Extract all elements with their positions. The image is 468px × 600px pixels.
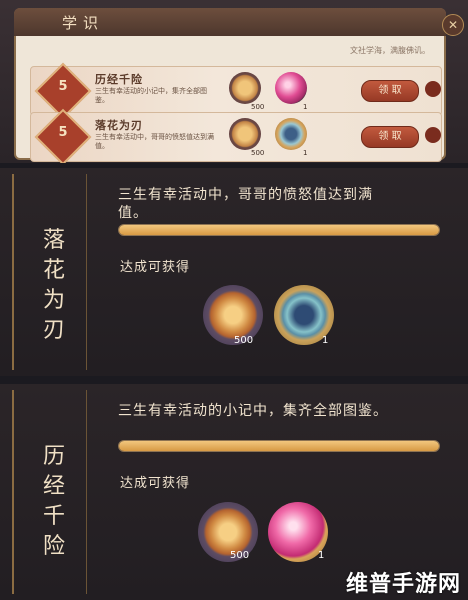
header-hint: 文社学海，满腹佛讥。 (350, 46, 430, 55)
achievement-detail-panel: 落花为刃 三生有幸活动中，哥哥的愤怒值达到满值。 达成可获得 500 1 (0, 168, 468, 376)
vertical-title: 落花为刃 (42, 228, 65, 343)
item-count: 1 (303, 103, 308, 111)
coin-reward-icon[interactable] (229, 72, 261, 104)
reward-label: 达成可获得 (120, 260, 191, 275)
achievement-desc: 三生有幸活动中，哥哥的愤怒值达到满值。 (95, 133, 214, 150)
achievement-name: 落花为刃 (95, 119, 143, 132)
reward-label: 达成可获得 (120, 476, 191, 491)
item-count: 1 (322, 335, 329, 346)
coin-count: 500 (251, 103, 265, 111)
achievement-desc: 三生有幸活动的小记中，集齐全部图鉴。 (95, 87, 207, 104)
claim-button[interactable]: 领 取 (361, 126, 419, 148)
claim-button[interactable]: 领 取 (361, 80, 419, 102)
coin-reward-icon[interactable] (203, 285, 263, 345)
progress-fill (119, 441, 439, 451)
coin-count: 500 (251, 149, 265, 157)
level-number: 5 (58, 79, 68, 94)
achievement-row[interactable]: 5 历经千险 三生有幸活动的小记中，集齐全部图鉴。 500 1 领 取 (30, 62, 442, 120)
achievement-list-panel: 学识 ✕ 文社学海，满腹佛讥。 5 历经千险 三生有幸活动的小记中，集齐全部图鉴… (0, 0, 468, 163)
progress-bar (118, 224, 440, 236)
detail-desc: 三生有幸活动的小记中，集齐全部图鉴。 (118, 403, 388, 419)
item-count: 1 (318, 550, 325, 561)
pearl-reward-icon[interactable] (275, 72, 307, 104)
reward-dots-icon (425, 127, 441, 143)
progress-bar (118, 440, 440, 452)
fan-reward-icon[interactable] (275, 118, 307, 150)
coin-count: 500 (230, 550, 250, 561)
progress-fill (119, 225, 439, 235)
coin-reward-icon[interactable] (229, 118, 261, 150)
item-count: 1 (303, 149, 308, 157)
achievement-name: 历经千险 (95, 73, 143, 86)
watermark: 维普手游网 (346, 572, 462, 597)
level-number: 5 (58, 125, 68, 140)
coin-count: 500 (234, 335, 254, 346)
achievement-row[interactable]: 5 落花为刃 三生有幸活动中，哥哥的愤怒值达到满值。 500 1 领 取 (30, 108, 442, 163)
vertical-title: 历经千险 (42, 444, 65, 559)
tab-xueshi[interactable]: 学识 (62, 12, 104, 33)
detail-desc: 三生有幸活动中，哥哥的愤怒值达到满值。 (118, 187, 373, 221)
reward-dots-icon (425, 81, 441, 97)
close-icon[interactable]: ✕ (442, 14, 464, 36)
